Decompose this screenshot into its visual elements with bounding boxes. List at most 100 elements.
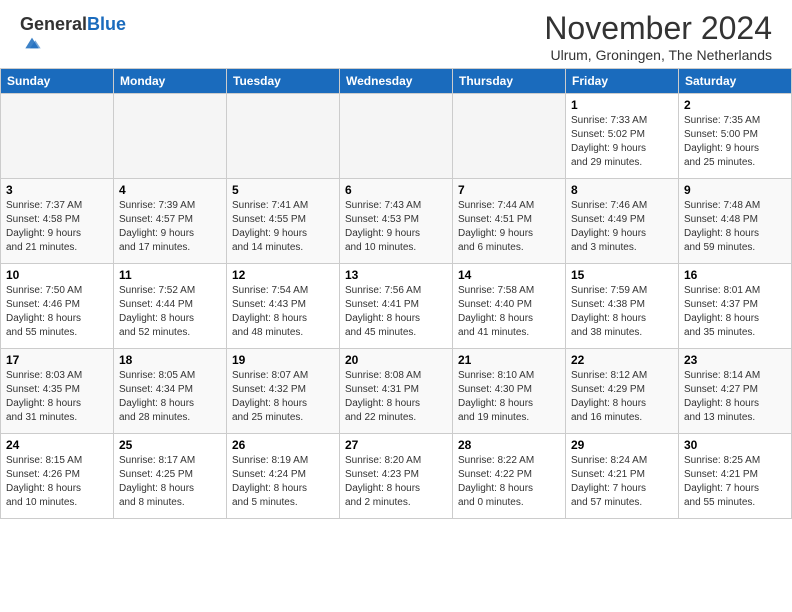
day-info: Sunrise: 8:12 AM Sunset: 4:29 PM Dayligh… [571,369,673,425]
day-info: Sunrise: 7:46 AM Sunset: 4:49 PM Dayligh… [571,199,673,255]
calendar-day-cell: 16Sunrise: 8:01 AM Sunset: 4:37 PM Dayli… [679,264,792,349]
calendar-day-cell [114,94,227,179]
day-number: 6 [345,183,447,197]
day-number: 28 [458,438,560,452]
day-number: 10 [6,268,108,282]
calendar-header-row: SundayMondayTuesdayWednesdayThursdayFrid… [1,69,792,94]
day-info: Sunrise: 7:48 AM Sunset: 4:48 PM Dayligh… [684,199,786,255]
calendar-day-cell: 24 Sunrise: 8:15 AM Sunset: 4:26 PM Dayli… [1,434,114,519]
day-info: Sunrise: 8:14 AM Sunset: 4:27 PM Dayligh… [684,369,786,425]
day-info: Sunrise: 7:52 AM Sunset: 4:44 PM Dayligh… [119,284,221,340]
calendar-day-cell: 5Sunrise: 7:41 AM Sunset: 4:55 PM Daylig… [227,179,340,264]
day-number: 19 [232,353,334,367]
day-number: 23 [684,353,786,367]
calendar-day-cell: 8 Sunrise: 7:46 AM Sunset: 4:49 PM Daylig… [566,179,679,264]
page-header: GeneralBlue November 2024 Ulrum, Groning… [0,0,792,68]
day-info: Sunrise: 7:54 AM Sunset: 4:43 PM Dayligh… [232,284,334,340]
calendar-day-cell: 17 Sunrise: 8:03 AM Sunset: 4:35 PM Dayli… [1,349,114,434]
calendar-day-header: Sunday [1,69,114,94]
calendar-day-cell [1,94,114,179]
logo-icon [22,33,42,53]
calendar-day-cell: 2Sunrise: 7:35 AM Sunset: 5:00 PM Daylig… [679,94,792,179]
day-info: Sunrise: 7:33 AM Sunset: 5:02 PM Dayligh… [571,114,673,170]
calendar-day-cell: 19 Sunrise: 8:07 AM Sunset: 4:32 PM Dayli… [227,349,340,434]
calendar-day-cell: 12 Sunrise: 7:54 AM Sunset: 4:43 PM Dayli… [227,264,340,349]
calendar-day-cell: 9 Sunrise: 7:48 AM Sunset: 4:48 PM Daylig… [679,179,792,264]
day-info: Sunrise: 7:59 AM Sunset: 4:38 PM Dayligh… [571,284,673,340]
day-number: 3 [6,183,108,197]
day-number: 13 [345,268,447,282]
day-number: 17 [6,353,108,367]
day-info: Sunrise: 7:37 AM Sunset: 4:58 PM Dayligh… [6,199,108,255]
logo-blue-text: Blue [87,14,126,34]
day-number: 26 [232,438,334,452]
day-number: 20 [345,353,447,367]
calendar-week-row: 3 Sunrise: 7:37 AM Sunset: 4:58 PM Daylig… [1,179,792,264]
calendar-day-cell: 15 Sunrise: 7:59 AM Sunset: 4:38 PM Dayli… [566,264,679,349]
calendar-day-header: Thursday [453,69,566,94]
calendar-day-cell: 18 Sunrise: 8:05 AM Sunset: 4:34 PM Dayli… [114,349,227,434]
day-number: 27 [345,438,447,452]
calendar-day-cell: 30 Sunrise: 8:25 AM Sunset: 4:21 PM Dayli… [679,434,792,519]
day-info: Sunrise: 7:44 AM Sunset: 4:51 PM Dayligh… [458,199,560,255]
day-info: Sunrise: 8:15 AM Sunset: 4:26 PM Dayligh… [6,454,108,510]
calendar-week-row: 17 Sunrise: 8:03 AM Sunset: 4:35 PM Dayli… [1,349,792,434]
calendar-day-cell: 7Sunrise: 7:44 AM Sunset: 4:51 PM Daylig… [453,179,566,264]
calendar-day-cell [227,94,340,179]
calendar-day-cell: 1 Sunrise: 7:33 AM Sunset: 5:02 PM Daylig… [566,94,679,179]
day-info: Sunrise: 8:25 AM Sunset: 4:21 PM Dayligh… [684,454,786,510]
day-info: Sunrise: 8:24 AM Sunset: 4:21 PM Dayligh… [571,454,673,510]
calendar-day-cell: 20 Sunrise: 8:08 AM Sunset: 4:31 PM Dayli… [340,349,453,434]
calendar-day-cell: 28 Sunrise: 8:22 AM Sunset: 4:22 PM Dayli… [453,434,566,519]
calendar-day-cell: 4Sunrise: 7:39 AM Sunset: 4:57 PM Daylig… [114,179,227,264]
day-info: Sunrise: 7:56 AM Sunset: 4:41 PM Dayligh… [345,284,447,340]
day-info: Sunrise: 8:07 AM Sunset: 4:32 PM Dayligh… [232,369,334,425]
calendar-day-cell: 3 Sunrise: 7:37 AM Sunset: 4:58 PM Daylig… [1,179,114,264]
calendar-day-cell: 6Sunrise: 7:43 AM Sunset: 4:53 PM Daylig… [340,179,453,264]
day-number: 5 [232,183,334,197]
day-info: Sunrise: 7:58 AM Sunset: 4:40 PM Dayligh… [458,284,560,340]
logo-general-text: General [20,14,87,34]
day-number: 9 [684,183,786,197]
calendar-day-cell [453,94,566,179]
day-number: 24 [6,438,108,452]
day-number: 11 [119,268,221,282]
month-title: November 2024 [544,10,772,47]
day-info: Sunrise: 8:17 AM Sunset: 4:25 PM Dayligh… [119,454,221,510]
day-number: 15 [571,268,673,282]
calendar-day-header: Monday [114,69,227,94]
day-number: 8 [571,183,673,197]
calendar-table: SundayMondayTuesdayWednesdayThursdayFrid… [0,68,792,519]
day-number: 25 [119,438,221,452]
calendar-day-header: Friday [566,69,679,94]
day-number: 18 [119,353,221,367]
day-info: Sunrise: 8:08 AM Sunset: 4:31 PM Dayligh… [345,369,447,425]
calendar-day-cell: 14 Sunrise: 7:58 AM Sunset: 4:40 PM Dayli… [453,264,566,349]
day-info: Sunrise: 8:19 AM Sunset: 4:24 PM Dayligh… [232,454,334,510]
day-number: 30 [684,438,786,452]
calendar-day-cell: 27Sunrise: 8:20 AM Sunset: 4:23 PM Dayli… [340,434,453,519]
calendar-day-header: Saturday [679,69,792,94]
calendar-day-header: Tuesday [227,69,340,94]
day-number: 4 [119,183,221,197]
day-number: 1 [571,98,673,112]
day-info: Sunrise: 8:05 AM Sunset: 4:34 PM Dayligh… [119,369,221,425]
day-number: 2 [684,98,786,112]
day-info: Sunrise: 8:22 AM Sunset: 4:22 PM Dayligh… [458,454,560,510]
calendar-body: 1 Sunrise: 7:33 AM Sunset: 5:02 PM Daylig… [1,94,792,519]
calendar-day-cell: 13 Sunrise: 7:56 AM Sunset: 4:41 PM Dayli… [340,264,453,349]
calendar-week-row: 24 Sunrise: 8:15 AM Sunset: 4:26 PM Dayli… [1,434,792,519]
calendar-day-cell: 10Sunrise: 7:50 AM Sunset: 4:46 PM Dayli… [1,264,114,349]
calendar-week-row: 10Sunrise: 7:50 AM Sunset: 4:46 PM Dayli… [1,264,792,349]
day-number: 21 [458,353,560,367]
day-number: 29 [571,438,673,452]
calendar-day-cell: 29 Sunrise: 8:24 AM Sunset: 4:21 PM Dayli… [566,434,679,519]
day-info: Sunrise: 8:01 AM Sunset: 4:37 PM Dayligh… [684,284,786,340]
calendar-day-cell: 21Sunrise: 8:10 AM Sunset: 4:30 PM Dayli… [453,349,566,434]
day-number: 14 [458,268,560,282]
calendar-day-cell: 25 Sunrise: 8:17 AM Sunset: 4:25 PM Dayli… [114,434,227,519]
day-info: Sunrise: 8:03 AM Sunset: 4:35 PM Dayligh… [6,369,108,425]
day-number: 12 [232,268,334,282]
calendar-day-cell [340,94,453,179]
calendar-week-row: 1 Sunrise: 7:33 AM Sunset: 5:02 PM Daylig… [1,94,792,179]
